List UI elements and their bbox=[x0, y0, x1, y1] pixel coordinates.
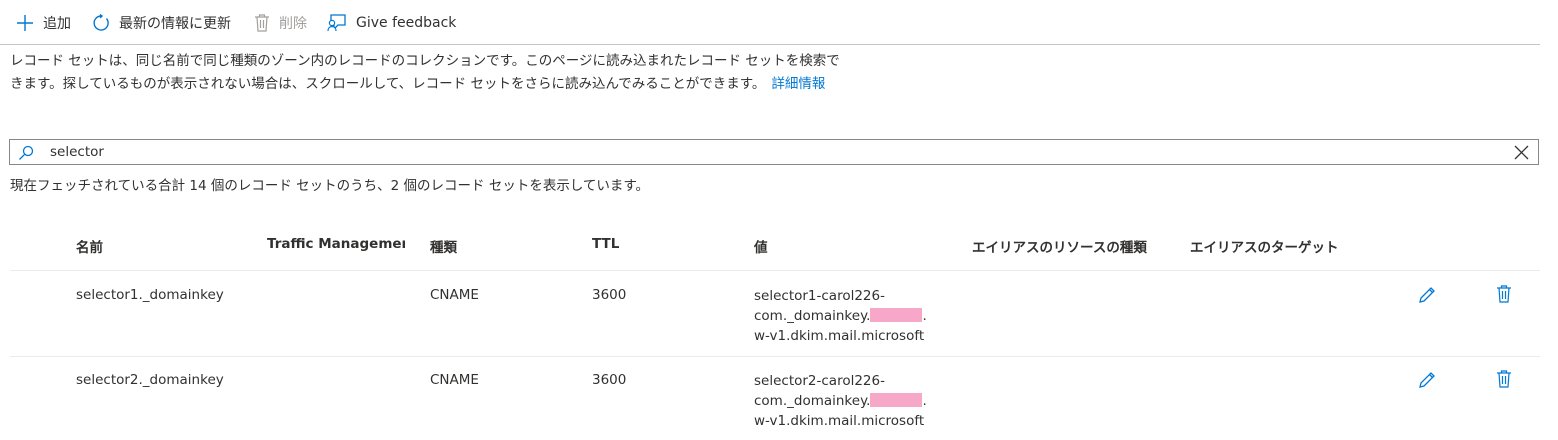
edit-icon[interactable] bbox=[1417, 370, 1437, 390]
record-type: CNAME bbox=[430, 372, 479, 388]
column-header-alias-target[interactable]: エイリアスのターゲット bbox=[1190, 236, 1339, 256]
edit-icon[interactable] bbox=[1417, 285, 1437, 305]
redaction-mark bbox=[870, 393, 923, 407]
record-ttl: 3600 bbox=[592, 372, 627, 388]
record-ttl: 3600 bbox=[592, 287, 627, 303]
add-button[interactable]: 追加 bbox=[16, 12, 71, 34]
delete-row-icon[interactable] bbox=[1496, 370, 1512, 388]
delete-label: 削除 bbox=[279, 16, 307, 32]
command-bar: 追加 最新の情報に更新 削除 Give feedback bbox=[0, 0, 1540, 45]
clear-search-icon[interactable] bbox=[1514, 145, 1529, 160]
column-header-alias-resource-type[interactable]: エイリアスのリソースの種類 bbox=[972, 236, 1147, 256]
record-name[interactable]: selector1._domainkey bbox=[76, 287, 224, 303]
description: レコード セットは、同じ名前で同じ種類のゾーン内のレコードのコレクションです。こ… bbox=[10, 50, 840, 96]
description-text: レコード セットは、同じ名前で同じ種類のゾーン内のレコードのコレクションです。こ… bbox=[10, 53, 840, 92]
learn-more-link[interactable]: 詳細情報 bbox=[771, 76, 825, 92]
add-label: 追加 bbox=[43, 16, 71, 32]
record-value-part: com._domainkey. bbox=[754, 308, 871, 324]
record-value-line: com._domainkey.. bbox=[754, 391, 927, 411]
record-value-line: w-v1.dkim.mail.microsoft bbox=[754, 328, 925, 344]
record-value-line: w-v1.dkim.mail.microsoft bbox=[754, 413, 925, 429]
record-value-line: selector1-carol226- bbox=[754, 288, 885, 304]
record-value-part: com._domainkey. bbox=[754, 393, 871, 409]
refresh-label: 最新の情報に更新 bbox=[119, 16, 231, 32]
feedback-label: Give feedback bbox=[356, 15, 457, 31]
trash-icon bbox=[255, 14, 269, 32]
delete-row-icon[interactable] bbox=[1496, 285, 1512, 303]
record-type: CNAME bbox=[430, 287, 479, 303]
column-header-type[interactable]: 種類 bbox=[430, 236, 457, 256]
result-count: 現在フェッチされている合計 14 個のレコード セットのうち、2 個のレコード … bbox=[10, 178, 650, 194]
record-name[interactable]: selector2._domainkey bbox=[76, 372, 224, 388]
search-input[interactable] bbox=[50, 142, 1490, 162]
refresh-button[interactable]: 最新の情報に更新 bbox=[92, 12, 231, 34]
record-value-part: . bbox=[922, 308, 927, 324]
record-value: selector2-carol226- com._domainkey.. w-v… bbox=[754, 371, 927, 431]
column-header-traffic-management[interactable]: Traffic Management bbox=[267, 236, 405, 252]
redaction-mark bbox=[870, 308, 923, 322]
record-value-line: selector2-carol226- bbox=[754, 373, 885, 389]
give-feedback-button[interactable]: Give feedback bbox=[327, 12, 456, 34]
search-box[interactable] bbox=[9, 139, 1539, 165]
record-value-part: . bbox=[922, 393, 927, 409]
search-icon bbox=[19, 145, 34, 160]
record-value-line: com._domainkey.. bbox=[754, 306, 927, 326]
delete-button[interactable]: 削除 bbox=[254, 12, 307, 34]
column-header-ttl[interactable]: TTL bbox=[592, 236, 619, 252]
plus-icon bbox=[17, 15, 33, 31]
feedback-icon bbox=[327, 14, 346, 32]
column-header-value[interactable]: 値 bbox=[754, 236, 768, 256]
column-header-name[interactable]: 名前 bbox=[76, 236, 103, 256]
header-divider bbox=[10, 270, 1540, 271]
refresh-icon bbox=[93, 14, 109, 31]
row-divider bbox=[10, 356, 1540, 357]
record-value: selector1-carol226- com._domainkey.. w-v… bbox=[754, 286, 927, 346]
